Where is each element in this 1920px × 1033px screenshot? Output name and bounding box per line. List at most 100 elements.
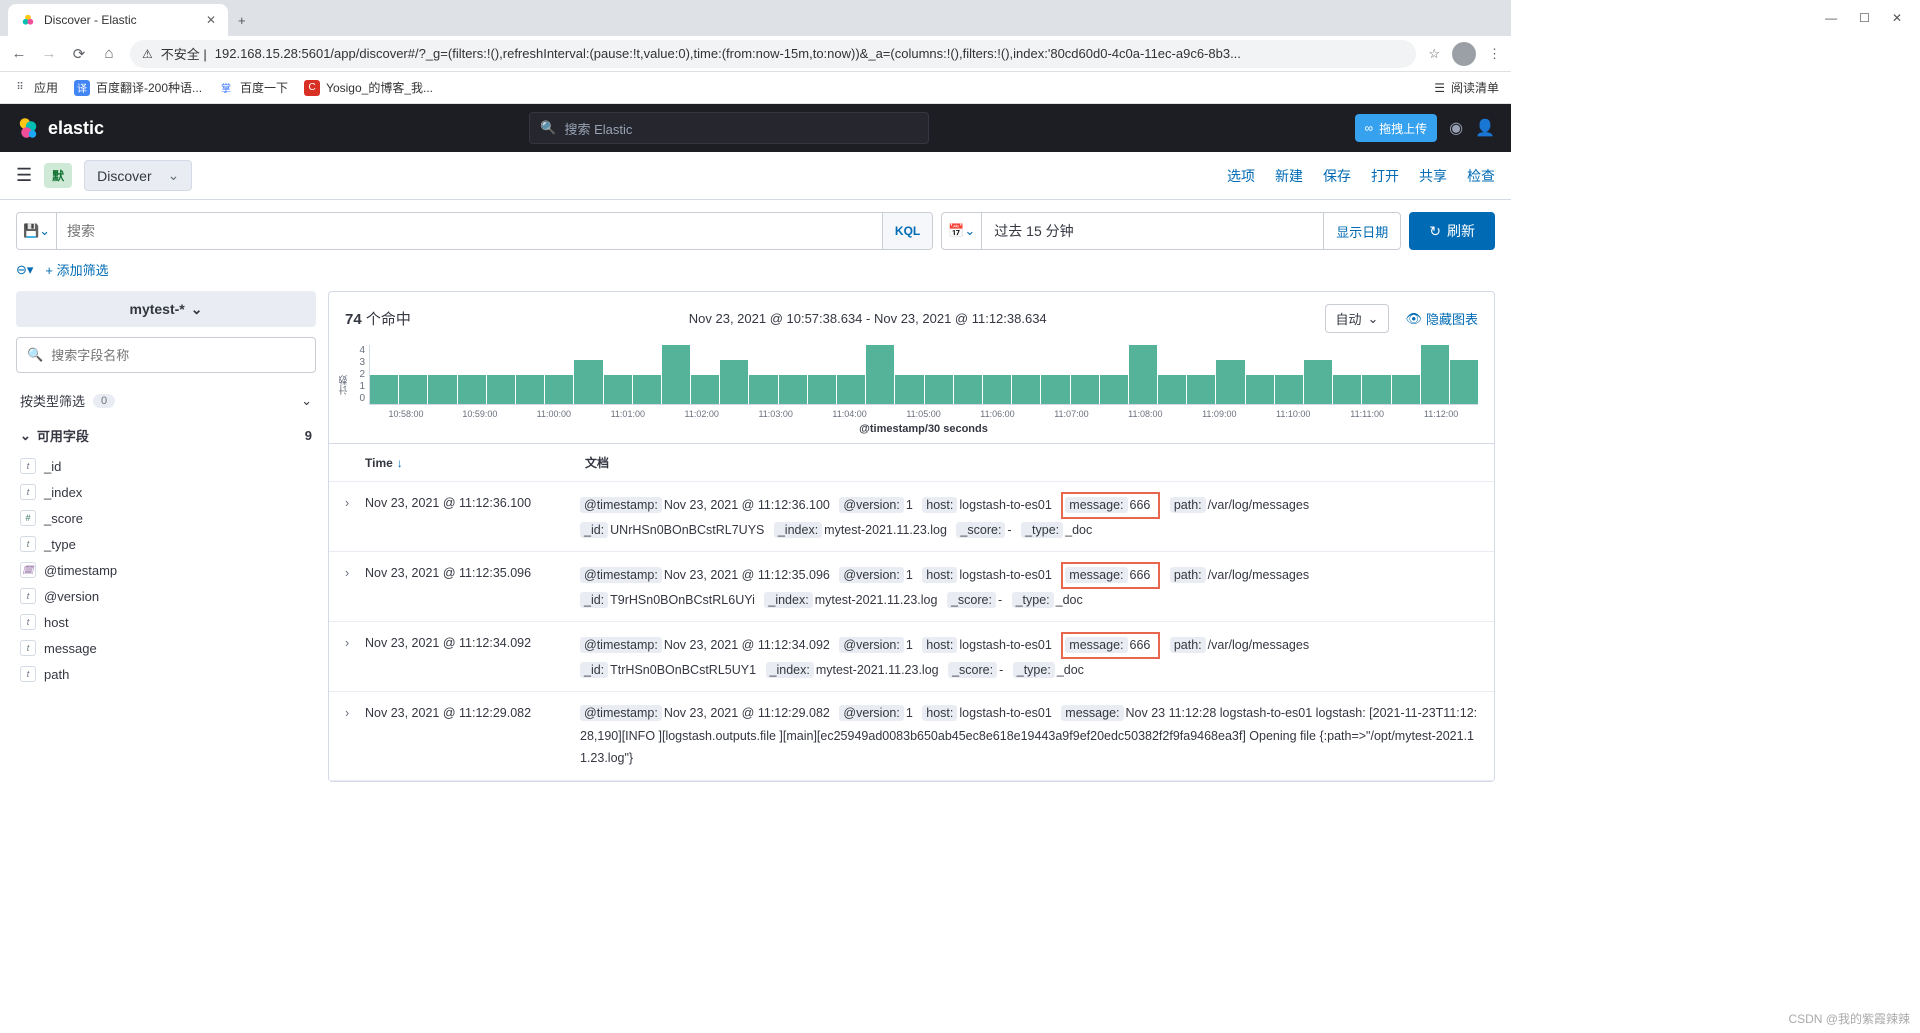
chart-bar[interactable]	[837, 375, 865, 405]
chart-bar[interactable]	[1187, 375, 1215, 405]
chart-bar[interactable]	[1012, 375, 1040, 405]
expand-icon[interactable]: ›	[345, 562, 365, 611]
chart-bar[interactable]	[1304, 360, 1332, 404]
chart-bar[interactable]	[1275, 375, 1303, 405]
close-window-icon[interactable]: ✕	[1892, 11, 1902, 25]
reload-icon[interactable]: ⟳	[70, 45, 88, 63]
chart-bar[interactable]	[458, 375, 486, 405]
field-item[interactable]: tmessage	[16, 635, 316, 661]
chart-bar[interactable]	[1421, 345, 1449, 404]
chart-bar[interactable]	[925, 375, 953, 405]
bookmark-star-icon[interactable]: ☆	[1428, 46, 1440, 62]
bookmark-yosigo[interactable]: CYosigo_的博客_我...	[304, 79, 433, 96]
col-time[interactable]: Time ↓	[365, 454, 585, 471]
show-dates-button[interactable]: 显示日期	[1323, 213, 1400, 249]
chart-bar[interactable]	[779, 375, 807, 405]
new-tab-button[interactable]: +	[228, 4, 256, 36]
newsfeed-icon[interactable]: ◉	[1449, 118, 1463, 138]
nav-save[interactable]: 保存	[1323, 166, 1351, 186]
chart-bar[interactable]	[749, 375, 777, 405]
field-item[interactable]: t_type	[16, 531, 316, 557]
space-badge[interactable]: 默	[44, 163, 72, 188]
chart-bar[interactable]	[1216, 360, 1244, 404]
field-item[interactable]: t_index	[16, 479, 316, 505]
forward-icon[interactable]: →	[40, 45, 58, 62]
interval-selector[interactable]: 自动⌄	[1325, 304, 1390, 333]
time-range[interactable]: 过去 15 分钟	[982, 213, 1323, 249]
chart-bar[interactable]	[1041, 375, 1069, 405]
chart-bar[interactable]	[428, 375, 456, 405]
expand-icon[interactable]: ›	[345, 702, 365, 770]
field-item[interactable]: t_id	[16, 453, 316, 479]
refresh-button[interactable]: ↻ 刷新	[1409, 212, 1495, 250]
expand-icon[interactable]: ›	[345, 632, 365, 681]
nav-open[interactable]: 打开	[1371, 166, 1399, 186]
table-row[interactable]: ›Nov 23, 2021 @ 11:12:36.100@timestamp:N…	[329, 482, 1494, 552]
chart-bar[interactable]	[895, 375, 923, 405]
discover-breadcrumb[interactable]: Discover ⌄	[84, 160, 192, 191]
filter-settings-icon[interactable]: ⊖▾	[16, 262, 33, 278]
nav-options[interactable]: 选项	[1227, 166, 1255, 186]
global-search[interactable]: 🔍 搜索 Elastic	[529, 112, 929, 144]
chart-bar[interactable]	[691, 375, 719, 405]
chart-bar[interactable]	[1129, 345, 1157, 404]
index-pattern-selector[interactable]: mytest-* ⌄	[16, 291, 316, 327]
table-row[interactable]: ›Nov 23, 2021 @ 11:12:29.082@timestamp:N…	[329, 692, 1494, 781]
field-item[interactable]: tpath	[16, 661, 316, 687]
field-item[interactable]: #_score	[16, 505, 316, 531]
browser-tab[interactable]: Discover - Elastic ✕	[8, 4, 228, 36]
chart-bar[interactable]	[574, 360, 602, 404]
browser-menu-icon[interactable]: ⋮	[1488, 46, 1501, 62]
kql-toggle[interactable]: KQL	[882, 213, 932, 249]
field-item[interactable]: t@version	[16, 583, 316, 609]
chart-bar[interactable]	[866, 345, 894, 404]
chart-bar[interactable]	[954, 375, 982, 405]
field-item[interactable]: 🗓@timestamp	[16, 557, 316, 583]
chart-bar[interactable]	[370, 375, 398, 405]
nav-toggle-icon[interactable]: ☰	[16, 165, 32, 186]
reading-list-button[interactable]: ☰阅读清单	[1434, 79, 1499, 96]
chart-bar[interactable]	[1450, 360, 1478, 404]
home-icon[interactable]: ⌂	[100, 45, 118, 62]
chart-bar[interactable]	[1333, 375, 1361, 405]
available-fields-header[interactable]: ⌄可用字段 9	[16, 418, 316, 453]
field-item[interactable]: thost	[16, 609, 316, 635]
back-icon[interactable]: ←	[10, 45, 28, 62]
url-bar[interactable]: ⚠ 不安全 | 192.168.15.28:5601/app/discover#…	[130, 40, 1416, 68]
chart-bar[interactable]	[1071, 375, 1099, 405]
query-input[interactable]	[57, 213, 882, 249]
bookmark-baidu-translate[interactable]: 译百度翻译-200种语...	[74, 79, 202, 96]
chart-bar[interactable]	[662, 345, 690, 404]
expand-icon[interactable]: ›	[345, 492, 365, 541]
saved-query-button[interactable]: 💾⌄	[17, 213, 57, 249]
chart-bar[interactable]	[604, 375, 632, 405]
chart-bar[interactable]	[1246, 375, 1274, 405]
col-doc[interactable]: 文档	[585, 454, 609, 471]
maximize-icon[interactable]: ☐	[1859, 11, 1870, 25]
chart-bars[interactable]	[369, 345, 1478, 405]
chart-bar[interactable]	[487, 375, 515, 405]
chart-bar[interactable]	[1158, 375, 1186, 405]
nav-new[interactable]: 新建	[1275, 166, 1303, 186]
chart-bar[interactable]	[1100, 375, 1128, 405]
elastic-logo[interactable]: elastic	[16, 116, 104, 140]
chart-bar[interactable]	[399, 375, 427, 405]
user-icon[interactable]: 👤	[1475, 118, 1495, 138]
add-filter-button[interactable]: + 添加筛选	[45, 260, 108, 279]
chart-bar[interactable]	[808, 375, 836, 405]
chart-bar[interactable]	[1392, 375, 1420, 405]
field-search-input[interactable]	[51, 348, 305, 363]
nav-share[interactable]: 共享	[1419, 166, 1447, 186]
chart-bar[interactable]	[545, 375, 573, 405]
upload-button[interactable]: ∞ 拖拽上传	[1355, 114, 1438, 142]
minimize-icon[interactable]: —	[1825, 11, 1837, 25]
chart-bar[interactable]	[983, 375, 1011, 405]
table-row[interactable]: ›Nov 23, 2021 @ 11:12:35.096@timestamp:N…	[329, 552, 1494, 622]
calendar-icon[interactable]: 📅⌄	[942, 213, 982, 249]
filter-by-type[interactable]: 按类型筛选 0 ⌄	[16, 383, 316, 418]
chart-bar[interactable]	[1362, 375, 1390, 405]
chart-bar[interactable]	[720, 360, 748, 404]
table-row[interactable]: ›Nov 23, 2021 @ 11:12:34.092@timestamp:N…	[329, 622, 1494, 692]
bookmark-baidu[interactable]: 掌百度一下	[218, 79, 288, 96]
hide-chart-button[interactable]: 👁隐藏图表	[1405, 309, 1478, 328]
